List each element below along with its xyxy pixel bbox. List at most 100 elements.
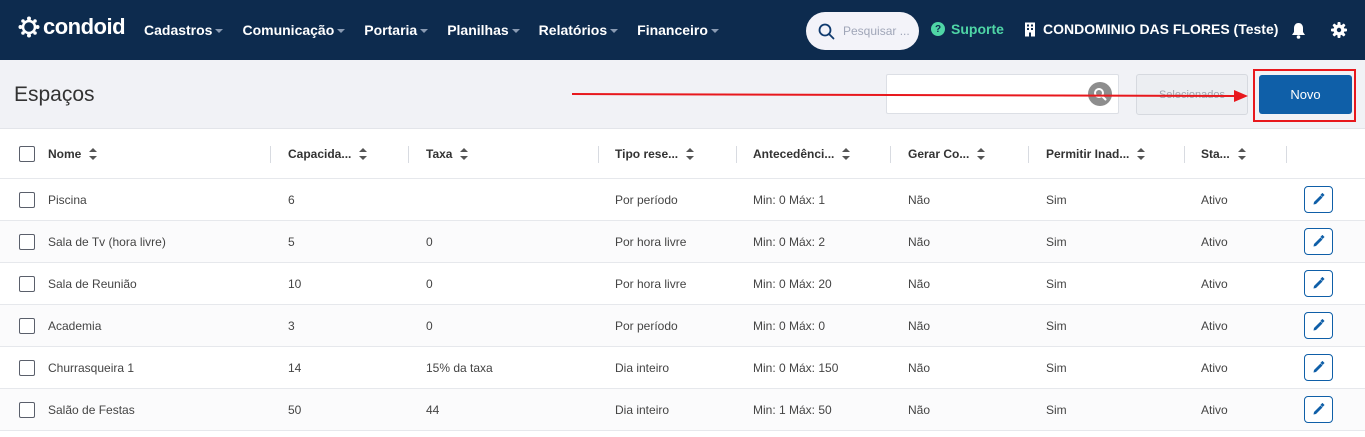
- sort-icon: [460, 148, 469, 160]
- nav-item-4[interactable]: Planilhas: [447, 22, 520, 38]
- table-cell: Dia inteiro: [615, 360, 670, 375]
- table-cell: Não: [908, 276, 931, 291]
- column-header-label: Gerar Co...: [908, 147, 970, 161]
- column-header[interactable]: Sta...: [1201, 130, 1246, 178]
- table-cell: Churrasqueira 1: [48, 360, 135, 375]
- new-button[interactable]: Novo: [1259, 75, 1352, 114]
- building-icon: [1025, 22, 1035, 36]
- column-divider: [1286, 146, 1287, 163]
- column-header-label: Nome: [48, 147, 82, 161]
- support-label: Suporte: [951, 21, 1004, 37]
- selected-actions-button[interactable]: Selecionados: [1136, 74, 1248, 115]
- search-icon: [818, 23, 835, 39]
- pencil-icon: [1313, 193, 1325, 205]
- table-cell: Dia inteiro: [615, 402, 670, 417]
- table-cell: 14: [288, 360, 302, 375]
- table-cell: Min: 0 Máx: 0: [753, 318, 826, 333]
- column-header[interactable]: Taxa: [426, 130, 469, 178]
- top-navbar: condoid Cadastros Comunicação Portaria Plan…: [0, 0, 1365, 60]
- chevron-down-icon: [511, 29, 520, 33]
- column-header[interactable]: Antecedênci...: [753, 130, 851, 178]
- chevron-down-icon: [215, 29, 224, 33]
- table-cell: Não: [908, 402, 931, 417]
- column-divider: [1028, 146, 1029, 163]
- table-cell: Sim: [1046, 402, 1067, 417]
- row-checkbox[interactable]: [19, 359, 35, 376]
- chevron-down-icon: [710, 29, 719, 33]
- row-checkbox[interactable]: [19, 191, 35, 208]
- table-cell: 10: [288, 276, 302, 291]
- column-header-label: Antecedênci...: [753, 147, 835, 161]
- table-cell: Sim: [1046, 318, 1067, 333]
- table-cell: Sim: [1046, 192, 1067, 207]
- select-all-checkbox[interactable]: [19, 146, 35, 162]
- help-circle-icon: ?: [931, 22, 945, 36]
- table-row[interactable]: Academia 3 0 Por período Min: 0 Máx: 0 Não Sim…: [0, 305, 1365, 347]
- edit-button[interactable]: [1304, 270, 1333, 297]
- column-header[interactable]: Gerar Co...: [908, 130, 986, 178]
- bell-icon[interactable]: [1291, 22, 1306, 44]
- table-cell: Não: [908, 318, 931, 333]
- nav-item-5[interactable]: Relatórios: [539, 22, 619, 38]
- global-search[interactable]: Pesquisar ...: [806, 12, 919, 50]
- table-row[interactable]: Salão de Festas 50 44 Dia inteiro Min: 1 Máx…: [0, 389, 1365, 431]
- edit-button[interactable]: [1304, 186, 1333, 213]
- table-row[interactable]: Sala de Tv (hora livre) 5 0 Por hora livre M…: [0, 221, 1365, 263]
- support-link[interactable]: ? Suporte: [931, 21, 1004, 37]
- row-checkbox[interactable]: [19, 233, 35, 250]
- table-row[interactable]: Piscina 6 Por período Min: 0 Máx: 1 Não Sim At…: [0, 179, 1365, 221]
- table-cell: Sim: [1046, 276, 1067, 291]
- sort-icon: [359, 148, 368, 160]
- table-header-row: Nome Capacida... Taxa Tipo rese... Antecedên…: [0, 130, 1365, 179]
- table-cell: Ativo: [1201, 276, 1228, 291]
- page-header: Espaços Selecionados Novo: [0, 60, 1365, 129]
- column-header[interactable]: Nome: [48, 130, 98, 178]
- nav-item-2[interactable]: Comunicação: [242, 22, 346, 38]
- sort-icon: [977, 148, 986, 160]
- nav-item-1[interactable]: Cadastros: [144, 22, 224, 38]
- table-row[interactable]: Churrasqueira 1 14 15% da taxa Dia inteiro M…: [0, 347, 1365, 389]
- pencil-icon: [1313, 361, 1325, 373]
- table-row[interactable]: Sala de Reunião 10 0 Por hora livre Min: 0 M…: [0, 263, 1365, 305]
- table-cell: Min: 1 Máx: 50: [753, 402, 832, 417]
- table-cell: 15% da taxa: [426, 360, 493, 375]
- nav-item-label: Comunicação: [242, 22, 335, 38]
- condo-name: CONDOMINIO DAS FLORES (Teste): [1043, 21, 1279, 37]
- nav-item-label: Financeiro: [637, 22, 708, 38]
- brand-name: condoid: [43, 14, 126, 39]
- column-header[interactable]: Tipo rese...: [615, 130, 695, 178]
- row-checkbox[interactable]: [19, 317, 35, 334]
- sort-icon: [1137, 148, 1146, 160]
- search-icon[interactable]: [1088, 82, 1112, 106]
- nav-item-label: Planilhas: [447, 22, 509, 38]
- table-cell: Ativo: [1201, 192, 1228, 207]
- edit-button[interactable]: [1304, 354, 1333, 381]
- table-cell: 3: [288, 318, 295, 333]
- table-cell: 44: [426, 402, 440, 417]
- edit-button[interactable]: [1304, 228, 1333, 255]
- column-divider: [408, 146, 409, 163]
- column-header[interactable]: Capacida...: [288, 130, 368, 178]
- row-checkbox[interactable]: [19, 401, 35, 418]
- spaces-table: Nome Capacida... Taxa Tipo rese... Antecedên…: [0, 130, 1365, 431]
- brand-logo[interactable]: condoid: [18, 14, 126, 40]
- table-cell: 50: [288, 402, 302, 417]
- column-header[interactable]: Permitir Inad...: [1046, 130, 1146, 178]
- pencil-icon: [1313, 319, 1325, 331]
- table-cell: Piscina: [48, 192, 87, 207]
- nav-item-3[interactable]: Portaria: [364, 22, 429, 38]
- table-search-input[interactable]: [886, 74, 1119, 114]
- nav-item-label: Portaria: [364, 22, 418, 38]
- row-checkbox[interactable]: [19, 275, 35, 292]
- nav-item-6[interactable]: Financeiro: [637, 22, 719, 38]
- pencil-icon: [1313, 277, 1325, 289]
- edit-button[interactable]: [1304, 312, 1333, 339]
- gear-icon[interactable]: [1331, 22, 1347, 43]
- condo-selector[interactable]: CONDOMINIO DAS FLORES (Teste): [1024, 21, 1278, 37]
- table-cell: Min: 0 Máx: 1: [753, 192, 826, 207]
- table-cell: Não: [908, 192, 931, 207]
- table-cell: 0: [426, 234, 433, 249]
- chevron-down-icon: [337, 29, 346, 33]
- edit-button[interactable]: [1304, 396, 1333, 423]
- table-cell: Sim: [1046, 360, 1067, 375]
